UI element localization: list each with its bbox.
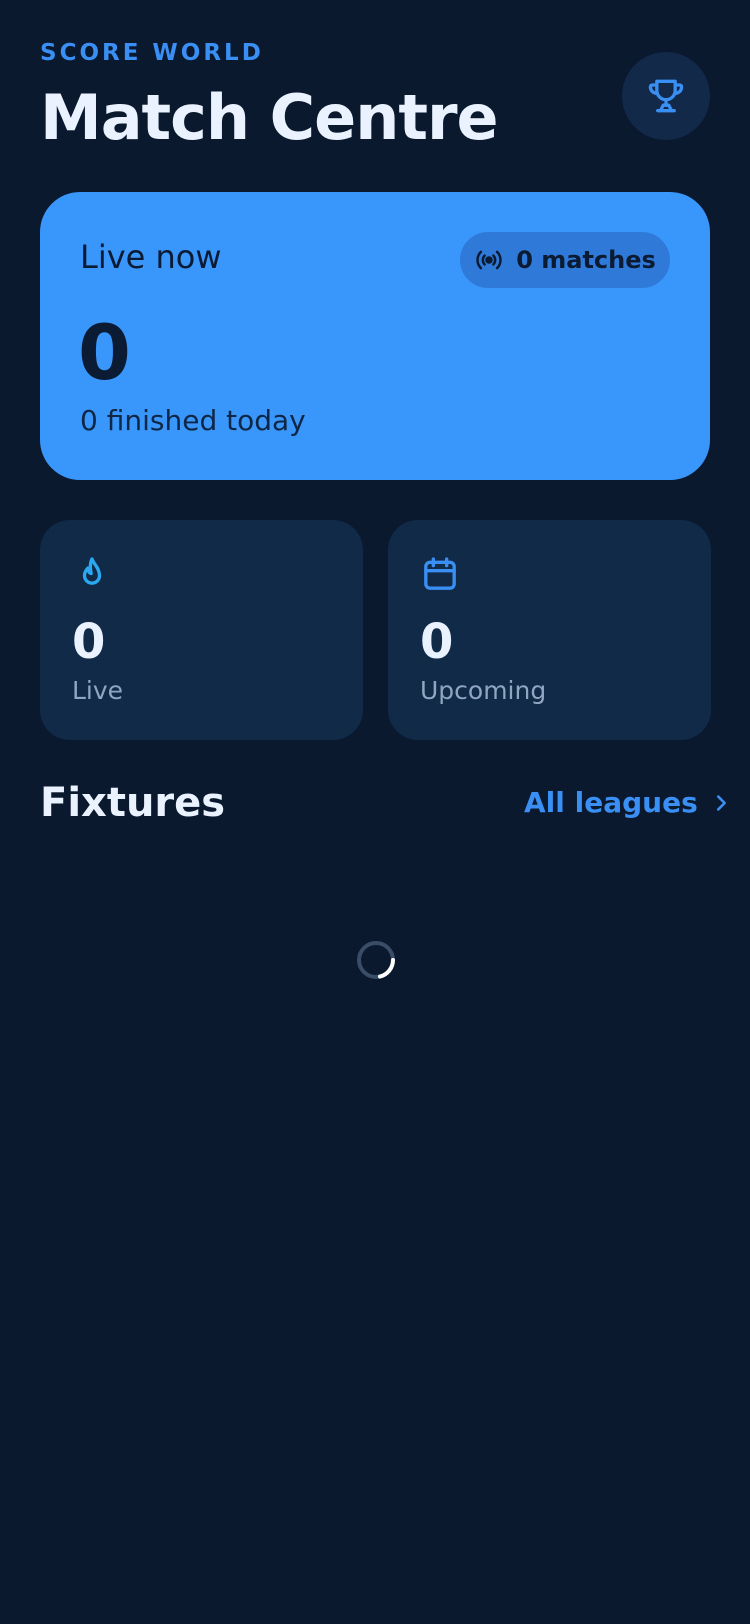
loading-spinner-icon [357, 941, 395, 979]
live-now-label: Live now [80, 238, 222, 276]
chevron-right-icon [716, 794, 726, 811]
upcoming-label: Upcoming [420, 676, 547, 705]
brand-label: SCORE WORLD [40, 40, 264, 66]
live-count: 0 [72, 614, 106, 670]
live-label: Live [72, 676, 124, 705]
flame-icon [82, 557, 102, 585]
app-screen: SCORE WORLD Match Centre Live now 0 matc… [0, 0, 750, 1624]
live-now-count: 0 [78, 308, 131, 397]
trophy-button[interactable] [622, 52, 710, 140]
live-now-card[interactable]: Live now 0 matches 0 0 finished today [40, 192, 710, 480]
fixtures-heading: Fixtures [40, 780, 226, 826]
matches-badge: 0 matches [460, 232, 670, 288]
upcoming-stat-card[interactable]: 0 Upcoming [388, 520, 711, 740]
all-leagues-label: All leagues [524, 786, 698, 819]
finished-today-text: 0 finished today [80, 404, 306, 437]
live-stat-card[interactable]: 0 Live [40, 520, 363, 740]
all-leagues-link[interactable]: All leagues [524, 786, 732, 819]
matches-badge-text: 0 matches [516, 246, 656, 274]
broadcast-icon [476, 250, 502, 270]
page-title: Match Centre [40, 81, 499, 154]
calendar-icon [424, 557, 456, 590]
upcoming-count: 0 [420, 614, 454, 670]
trophy-icon [648, 79, 684, 113]
